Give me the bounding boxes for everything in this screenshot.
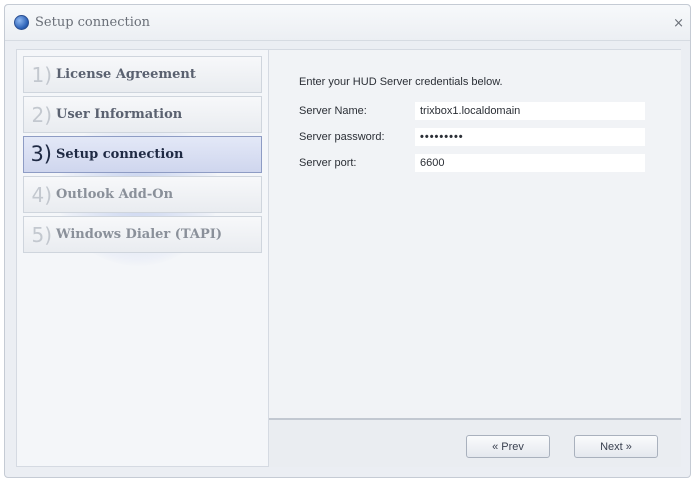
button-bar: « Prev Next »: [269, 418, 681, 467]
server-name-label: Server Name:: [299, 105, 367, 117]
server-password-label: Server password:: [299, 131, 385, 143]
step-outlook-add-on[interactable]: 4) Outlook Add-On: [23, 176, 262, 213]
step-label: User Information: [56, 107, 183, 122]
server-name-input[interactable]: [415, 102, 645, 120]
step-label: License Agreement: [56, 67, 196, 82]
step-setup-connection[interactable]: 3) Setup connection: [23, 136, 262, 173]
steps-sidebar: 1) License Agreement 2) User Information…: [16, 49, 269, 467]
instructions-text: Enter your HUD Server credentials below.: [299, 76, 503, 88]
next-button[interactable]: Next »: [574, 435, 658, 458]
setup-dialog: Setup connection × 1) License Agreement …: [4, 4, 691, 478]
prev-button[interactable]: « Prev: [466, 435, 550, 458]
step-user-information[interactable]: 2) User Information: [23, 96, 262, 133]
window-title: Setup connection: [35, 15, 151, 30]
server-password-row: Server password:: [299, 128, 645, 146]
step-number: 4): [31, 182, 52, 207]
step-number: 2): [31, 102, 52, 127]
server-port-input[interactable]: [415, 154, 645, 172]
step-number: 1): [31, 62, 52, 87]
app-globe-icon: [14, 15, 29, 30]
credentials-panel: Enter your HUD Server credentials below.…: [269, 49, 681, 418]
step-label: Windows Dialer (TAPI): [56, 227, 222, 242]
close-button[interactable]: ×: [673, 17, 684, 30]
step-label: Outlook Add-On: [56, 187, 174, 202]
title-bar: Setup connection ×: [5, 5, 690, 41]
server-password-input[interactable]: [415, 128, 645, 146]
step-license-agreement[interactable]: 1) License Agreement: [23, 56, 262, 93]
step-number: 5): [31, 222, 52, 247]
server-port-label: Server port:: [299, 157, 357, 169]
step-label: Setup connection: [56, 147, 184, 162]
server-name-row: Server Name:: [299, 102, 645, 120]
step-number: 3): [30, 142, 52, 166]
step-windows-dialer[interactable]: 5) Windows Dialer (TAPI): [23, 216, 262, 253]
server-port-row: Server port:: [299, 154, 645, 172]
